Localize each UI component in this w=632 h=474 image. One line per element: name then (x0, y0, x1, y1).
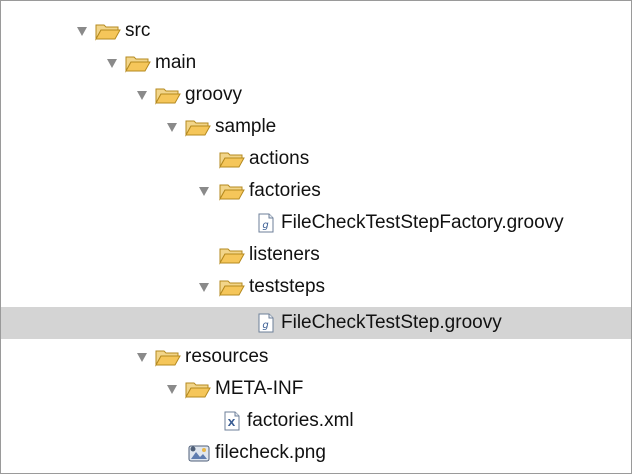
expand-triangle-icon[interactable] (135, 341, 149, 373)
tree-row-meta-inf[interactable]: META-INF (1, 373, 631, 405)
folder-open-icon (155, 350, 181, 367)
tree-item-label: FileCheckTestStepFactory.groovy (281, 212, 564, 233)
tree-item-label: groovy (185, 84, 243, 105)
tree-item-label: factories (249, 180, 321, 201)
tree-item-label: teststeps (249, 276, 326, 297)
expand-triangle-icon[interactable] (135, 79, 149, 111)
tree-item-label: sample (215, 116, 277, 137)
svg-text:g: g (262, 220, 268, 231)
svg-text:g: g (262, 320, 268, 331)
folder-open-icon (185, 382, 211, 399)
image-file-icon (188, 445, 210, 462)
tree-item-label: filecheck.png (215, 442, 326, 463)
groovy-file-icon: g (258, 313, 274, 333)
folder-open-icon (155, 88, 181, 105)
tree-item-label: resources (185, 346, 269, 367)
svg-text:X: X (228, 418, 236, 429)
folder-open-icon (219, 184, 245, 201)
tree-item-label: META-INF (215, 378, 304, 399)
expand-triangle-icon[interactable] (197, 271, 211, 303)
folder-icon (219, 152, 245, 169)
tree-item-label: src (125, 20, 151, 41)
folder-open-icon (125, 56, 151, 73)
project-explorer-panel: src main groovy sample actions factories… (0, 0, 632, 474)
tree-row-factories-xml[interactable]: X factories.xml (1, 405, 631, 437)
expand-triangle-icon[interactable] (165, 373, 179, 405)
file-tree: src main groovy sample actions factories… (1, 1, 631, 473)
tree-row-filecheck-png[interactable]: filecheck.png (1, 437, 631, 469)
tree-row-filecheckteststep[interactable]: g FileCheckTestStep.groovy (1, 307, 631, 339)
tree-row-resources[interactable]: resources (1, 341, 631, 373)
expand-triangle-icon[interactable] (75, 15, 89, 47)
folder-open-icon (95, 24, 121, 41)
expand-triangle-icon[interactable] (105, 47, 119, 79)
tree-item-label: listeners (249, 244, 320, 265)
groovy-file-icon: g (258, 213, 274, 233)
tree-row-filecheckteststepfactory[interactable]: g FileCheckTestStepFactory.groovy (1, 207, 631, 239)
tree-row-factories[interactable]: factories (1, 175, 631, 207)
tree-item-label: FileCheckTestStep.groovy (281, 312, 502, 333)
xml-file-icon: X (224, 411, 240, 431)
tree-row-sample[interactable]: sample (1, 111, 631, 143)
folder-icon (219, 248, 245, 265)
tree-row-teststeps[interactable]: teststeps (1, 271, 631, 303)
tree-item-label: actions (249, 148, 310, 169)
tree-row-groovy[interactable]: groovy (1, 79, 631, 111)
expand-triangle-icon[interactable] (197, 175, 211, 207)
tree-item-label: main (155, 52, 197, 73)
tree-row-main[interactable]: main (1, 47, 631, 79)
folder-open-icon (185, 120, 211, 137)
folder-open-icon (219, 280, 245, 297)
tree-item-label: factories.xml (247, 410, 354, 431)
tree-row-listeners[interactable]: listeners (1, 239, 631, 271)
tree-row-src[interactable]: src (1, 15, 631, 47)
expand-triangle-icon[interactable] (165, 111, 179, 143)
tree-row-actions[interactable]: actions (1, 143, 631, 175)
